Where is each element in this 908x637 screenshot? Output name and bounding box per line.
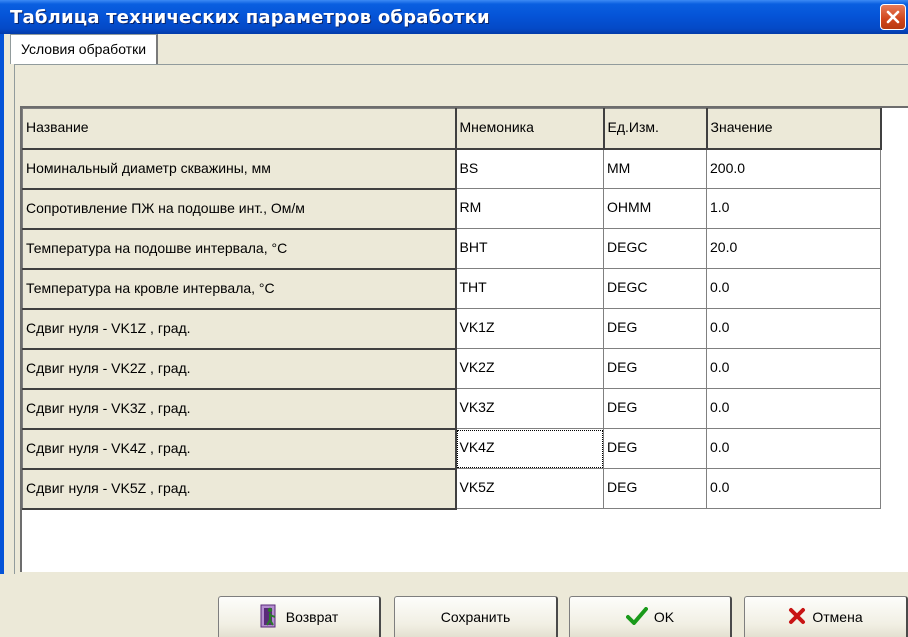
- cancel-button-label: Отмена: [812, 609, 863, 625]
- cell-name: Сдвиг нуля - VK4Z , град.: [22, 428, 457, 470]
- return-button-label: Возврат: [285, 609, 339, 625]
- cell-mnemonic[interactable]: VK1Z: [455, 308, 604, 349]
- cell-mnemonic[interactable]: VK4Z: [455, 428, 604, 469]
- cell-value[interactable]: 20.0: [706, 228, 881, 269]
- cell-name: Температура на подошве интервала, °С: [22, 228, 457, 270]
- cell-name: Сдвиг нуля - VK5Z , град.: [22, 468, 457, 510]
- column-header-value[interactable]: Значение: [706, 108, 882, 150]
- table-row[interactable]: Сопротивление ПЖ на подошве инт., Ом/м RM…: [22, 188, 881, 230]
- cell-mnemonic[interactable]: VK5Z: [455, 468, 604, 509]
- tab-processing-conditions[interactable]: Условия обработки: [10, 34, 159, 64]
- window-title: Таблица технических параметров обработки: [10, 7, 490, 28]
- cell-mnemonic[interactable]: BHT: [455, 228, 604, 269]
- cell-value[interactable]: 0.0: [706, 468, 881, 509]
- cell-unit[interactable]: DEG: [603, 388, 707, 429]
- cell-unit[interactable]: DEGC: [603, 228, 707, 269]
- table-row[interactable]: Сдвиг нуля - VK2Z , град. VK2Z DEG 0.0: [22, 348, 881, 390]
- table-row[interactable]: Сдвиг нуля - VK3Z , град. VK3Z DEG 0.0: [22, 388, 881, 430]
- cell-unit[interactable]: DEG: [603, 348, 707, 389]
- cell-mnemonic[interactable]: THT: [455, 268, 604, 309]
- table-row[interactable]: Температура на подошве интервала, °С BHT D…: [22, 228, 881, 270]
- x-mark-icon: [789, 608, 806, 625]
- cell-value[interactable]: 0.0: [706, 428, 881, 469]
- cell-name: Номинальный диаметр скважины, мм: [22, 148, 457, 190]
- ok-button-label: OK: [653, 609, 675, 625]
- cell-name: Сдвиг нуля - VK2Z , град.: [22, 348, 457, 390]
- cell-value[interactable]: 0.0: [706, 388, 881, 429]
- cell-mnemonic[interactable]: RM: [455, 188, 604, 229]
- ok-button[interactable]: OK: [569, 596, 732, 637]
- cell-mnemonic[interactable]: BS: [455, 148, 604, 189]
- cell-mnemonic[interactable]: VK2Z: [455, 348, 604, 389]
- save-button[interactable]: Сохранить: [394, 596, 558, 637]
- cell-unit[interactable]: DEGC: [603, 268, 707, 309]
- cell-unit[interactable]: DEG: [603, 308, 707, 349]
- table-row[interactable]: Сдвиг нуля - VK1Z , град. VK1Z DEG 0.0: [22, 308, 881, 350]
- cell-unit[interactable]: OHMM: [603, 188, 707, 229]
- cell-value[interactable]: 0.0: [706, 308, 881, 349]
- return-button[interactable]: Возврат: [218, 596, 381, 637]
- table-header-row: Название Мнемоника Ед.Изм. Значение: [22, 108, 882, 150]
- save-button-label: Сохранить: [440, 609, 511, 625]
- cell-value[interactable]: 200.0: [706, 148, 881, 189]
- cell-name: Сдвиг нуля - VK3Z , град.: [22, 388, 457, 430]
- column-header-mnemonic[interactable]: Мнемоника: [455, 108, 605, 150]
- parameters-table: Название Мнемоника Ед.Изм. Значение Номиналь…: [22, 108, 882, 510]
- cell-unit[interactable]: DEG: [603, 468, 707, 509]
- column-header-unit[interactable]: Ед.Изм.: [603, 108, 708, 150]
- cell-mnemonic[interactable]: VK3Z: [455, 388, 604, 429]
- cell-value[interactable]: 0.0: [706, 348, 881, 389]
- cell-name: Сдвиг нуля - VK1Z , град.: [22, 308, 457, 350]
- column-header-name[interactable]: Название: [22, 108, 457, 150]
- cell-value[interactable]: 1.0: [706, 188, 881, 229]
- title-bar: Таблица технических параметров обработки: [0, 0, 908, 34]
- cell-name: Сопротивление ПЖ на подошве инт., Ом/м: [22, 188, 457, 230]
- cell-value[interactable]: 0.0: [706, 268, 881, 309]
- close-icon: [886, 10, 900, 24]
- table-row[interactable]: Сдвиг нуля - VK4Z , град. VK4Z DEG 0.0: [22, 428, 881, 470]
- cancel-button[interactable]: Отмена: [744, 596, 908, 637]
- checkmark-icon: [625, 607, 648, 626]
- door-exit-icon: [260, 604, 276, 628]
- parameters-grid[interactable]: Название Мнемоника Ед.Изм. Значение Номиналь…: [20, 106, 908, 572]
- table-row[interactable]: Температура на кровле интервала, °С THT DE…: [22, 268, 881, 310]
- table-row[interactable]: Сдвиг нуля - VK5Z , град. VK5Z DEG 0.0: [22, 468, 881, 510]
- close-button[interactable]: [880, 4, 906, 30]
- table-row[interactable]: Номинальный диаметр скважины, мм BS MM 200.…: [22, 148, 881, 190]
- cell-unit[interactable]: MM: [603, 148, 707, 189]
- cell-unit[interactable]: DEG: [603, 428, 707, 469]
- cell-name: Температура на кровле интервала, °С: [22, 268, 457, 310]
